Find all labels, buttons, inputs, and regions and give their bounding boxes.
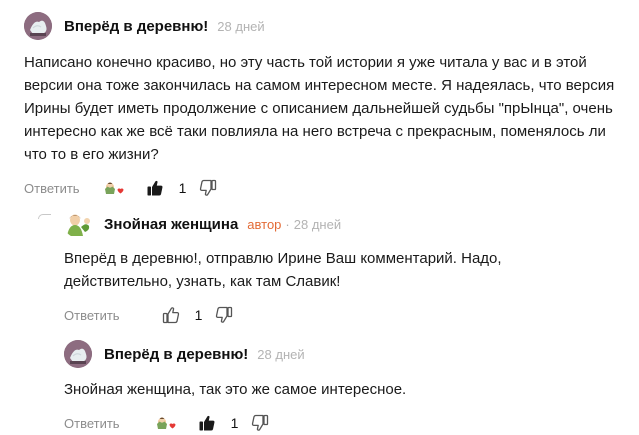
like-button[interactable]: [198, 414, 216, 432]
reply-button[interactable]: Ответить: [64, 416, 120, 431]
author-badge: автор: [247, 216, 282, 232]
like-count: 1: [194, 307, 203, 323]
like-count: 1: [230, 415, 239, 431]
comment-header: Знойная женщина автор · 28 дней: [64, 208, 624, 240]
separator-dot: ·: [285, 216, 290, 232]
comment-actions: Ответить 1: [64, 411, 624, 435]
like-button[interactable]: [146, 179, 164, 197]
comment: Вперёд в деревню! 28 дней Написано конеч…: [24, 10, 624, 200]
thumbs-down-icon: [216, 306, 233, 323]
comment-header: Вперёд в деревню! 28 дней: [64, 338, 624, 370]
reply-button[interactable]: Ответить: [24, 181, 80, 196]
comment-actions: Ответить 1: [24, 176, 624, 200]
dislike-button[interactable]: [199, 179, 217, 197]
thumbs-down-icon: [252, 414, 269, 431]
comment-text: Вперёд в деревню!, отправлю Ирине Ваш ко…: [64, 250, 502, 290]
like-button[interactable]: [162, 306, 180, 324]
comment-text: Знойная женщина, так это же самое интере…: [64, 381, 407, 398]
thumbs-up-icon: [147, 180, 163, 196]
comment-date: 28 дней: [293, 216, 342, 232]
comment-actions: Ответить 1: [64, 303, 624, 327]
dislike-button[interactable]: [251, 414, 269, 432]
author-name[interactable]: Знойная женщина: [104, 216, 238, 233]
author-name[interactable]: Вперёд в деревню!: [104, 346, 248, 363]
avatar[interactable]: [24, 12, 52, 40]
dislike-button[interactable]: [215, 306, 233, 324]
thumbs-up-icon: [199, 415, 215, 431]
like-count: 1: [178, 180, 187, 196]
comment-header: Вперёд в деревню! 28 дней: [24, 10, 624, 42]
thumbs-down-icon: [200, 179, 217, 196]
avatar[interactable]: [64, 340, 92, 368]
comment-reply: Вперёд в деревню! 28 дней Знойная женщин…: [64, 338, 624, 435]
avatar[interactable]: [64, 210, 92, 238]
comment-date: 28 дней: [217, 18, 265, 34]
comment-text: Написано конечно красиво, но эту часть т…: [24, 54, 615, 163]
woman-avatar-icon: [64, 210, 92, 238]
comment-date: 28 дней: [257, 346, 305, 362]
thread-connector-line: [38, 214, 51, 219]
thumbs-up-icon: [162, 307, 179, 324]
village-avatar-icon: [24, 12, 52, 40]
reply-button[interactable]: Ответить: [64, 308, 120, 323]
author-name[interactable]: Вперёд в деревню!: [64, 18, 208, 35]
comment-reply: Знойная женщина автор · 28 дней Вперёд в…: [64, 208, 624, 327]
village-avatar-icon: [64, 340, 92, 368]
heart-reaction-icon[interactable]: [154, 414, 176, 432]
heart-reaction-icon[interactable]: [102, 179, 124, 197]
